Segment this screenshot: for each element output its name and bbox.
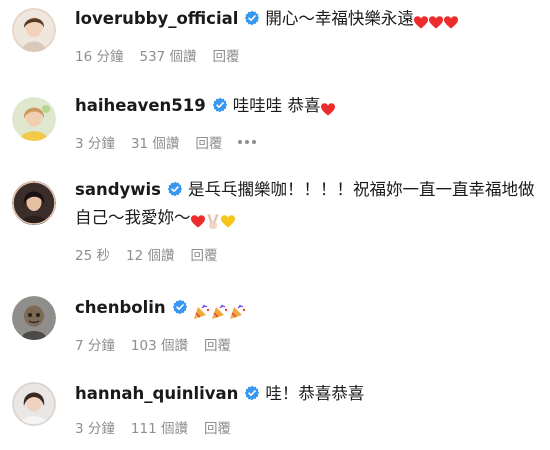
avatar[interactable] bbox=[12, 181, 56, 225]
comment-meta: 25 秒 12 個讚 回覆 bbox=[75, 244, 536, 264]
more-options-icon[interactable] bbox=[238, 140, 257, 144]
comment-likes[interactable]: 111 個讚 bbox=[131, 417, 188, 437]
comment-text: 開心～幸福快樂永遠 bbox=[265, 9, 414, 28]
verified-badge-icon bbox=[244, 385, 260, 401]
reply-button[interactable]: 回覆 bbox=[204, 417, 231, 437]
avatar[interactable] bbox=[12, 97, 56, 141]
reply-button[interactable]: 回覆 bbox=[190, 244, 217, 264]
avatar[interactable] bbox=[12, 382, 56, 426]
comment-time: 3 分鐘 bbox=[75, 421, 115, 437]
verified-badge-icon bbox=[212, 97, 228, 113]
comment-meta: 16 分鐘 537 個讚 回覆 bbox=[75, 45, 536, 65]
comment-time: 16 分鐘 bbox=[75, 49, 124, 65]
victory-hand-icon bbox=[207, 213, 218, 229]
heart-emoji-icon bbox=[413, 8, 459, 36]
comment-text: 哇哇哇 恭喜 bbox=[232, 96, 321, 115]
yellow-heart-icon bbox=[220, 215, 235, 228]
comment-meta: 7 分鐘 103 個讚 回覆 bbox=[75, 334, 536, 354]
comment-text: 哇！恭喜恭喜 bbox=[265, 384, 365, 403]
verified-badge-icon bbox=[167, 181, 183, 197]
comment-meta: 3 分鐘 111 個讚 回覆 bbox=[75, 417, 536, 437]
heart-emoji-icon bbox=[190, 215, 205, 228]
heart-emoji-icon bbox=[320, 95, 336, 123]
comments-list: loverubby_official 開心～幸福快樂永遠 16 分鐘 537 個讚… bbox=[0, 0, 550, 450]
comment-username[interactable]: haiheaven519 bbox=[75, 96, 206, 115]
avatar[interactable] bbox=[12, 8, 56, 52]
party-popper-icon bbox=[229, 304, 245, 319]
comment-text-continued: 自己～我愛妳～ bbox=[75, 208, 191, 227]
comment-username[interactable]: hannah_quinlivan bbox=[75, 384, 238, 403]
comment-time: 25 秒 bbox=[75, 248, 110, 264]
comment-likes[interactable]: 537 個讚 bbox=[139, 45, 196, 65]
comment-likes[interactable]: 31 個讚 bbox=[131, 132, 179, 152]
reply-button[interactable]: 回覆 bbox=[213, 45, 240, 65]
comment-meta: 3 分鐘 31 個讚 回覆 bbox=[75, 132, 536, 152]
reply-button[interactable]: 回覆 bbox=[195, 132, 222, 152]
emoji-group bbox=[190, 207, 236, 235]
comment-time: 3 分鐘 bbox=[75, 136, 115, 152]
party-popper-icon bbox=[193, 304, 209, 319]
comment-time: 7 分鐘 bbox=[75, 338, 115, 354]
comment-likes[interactable]: 12 個讚 bbox=[126, 244, 174, 264]
avatar[interactable] bbox=[12, 296, 56, 340]
comment-likes[interactable]: 103 個讚 bbox=[131, 334, 188, 354]
comment-username[interactable]: chenbolin bbox=[75, 298, 166, 317]
party-popper-group bbox=[193, 297, 247, 325]
verified-badge-icon bbox=[244, 10, 260, 26]
reply-button[interactable]: 回覆 bbox=[204, 334, 231, 354]
verified-badge-icon bbox=[172, 299, 188, 315]
comment-text: 是乓乓擱樂咖！！！！祝福妳一直一直幸福地做 bbox=[188, 180, 535, 199]
party-popper-icon bbox=[211, 304, 227, 319]
comment-username[interactable]: loverubby_official bbox=[75, 9, 238, 28]
comment-username[interactable]: sandywis bbox=[75, 180, 161, 199]
